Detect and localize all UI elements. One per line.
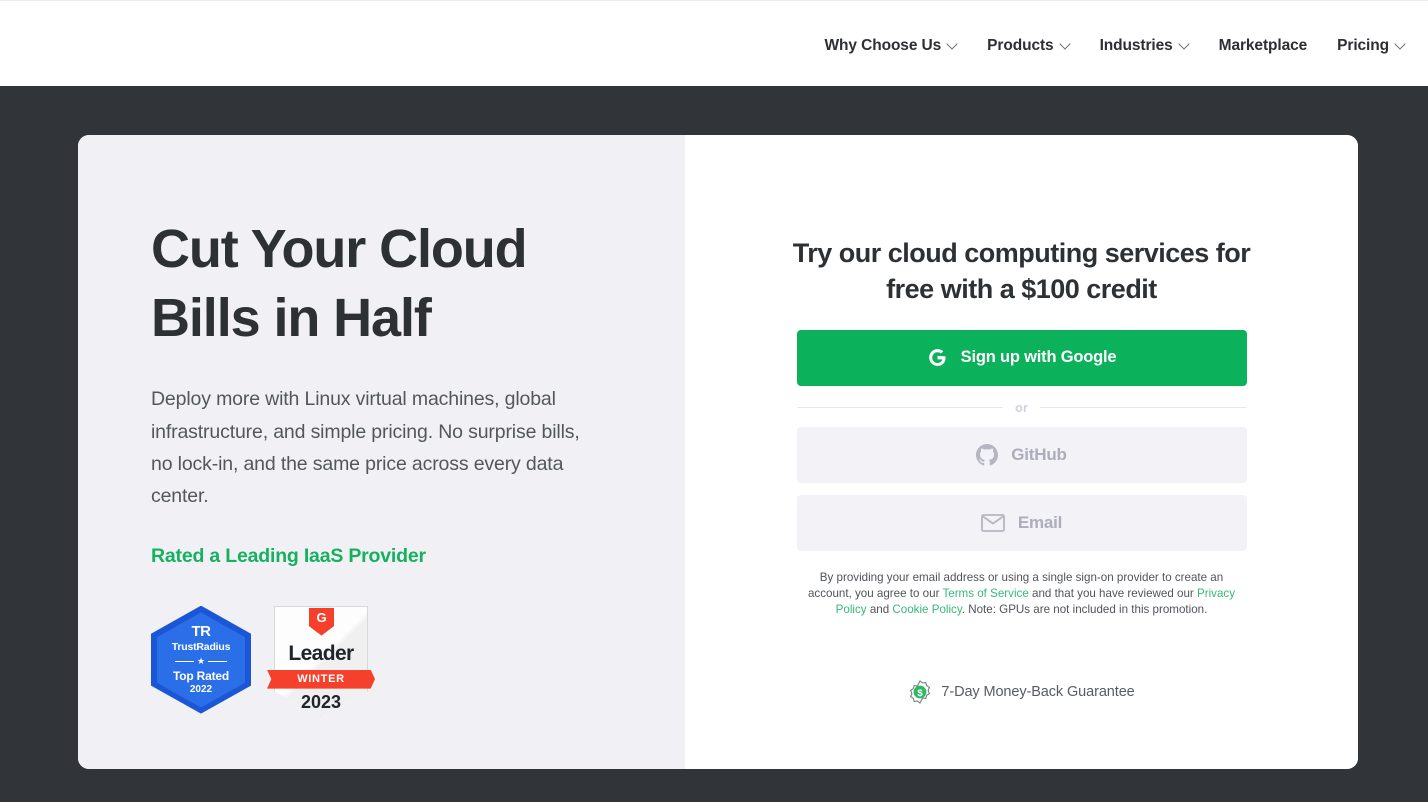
top-navigation-bar: Why Choose Us Products Industries Market…: [0, 0, 1428, 86]
main-nav: Why Choose Us Products Industries Market…: [809, 37, 1420, 55]
github-icon: [976, 443, 999, 466]
signup-with-github-label: GitHub: [1011, 444, 1067, 464]
hero-card: Cut Your Cloud Bills in Half Deploy more…: [78, 135, 1358, 769]
terms-of-service-link[interactable]: Terms of Service: [942, 587, 1028, 600]
g2-badge: G Leader WINTER 2023: [267, 605, 375, 716]
hero-description: Deploy more with Linux virtual machines,…: [151, 388, 580, 508]
signup-with-github-button[interactable]: GitHub: [796, 426, 1247, 483]
chevron-down-icon: [1061, 40, 1070, 49]
trustradius-badge-content: TR TrustRadius ★ Top Rated 2022: [151, 606, 251, 714]
signup-with-email-button[interactable]: Email: [796, 494, 1247, 551]
divider-line-right: [1040, 406, 1247, 408]
or-divider-label: or: [1015, 399, 1028, 415]
signup-with-google-button[interactable]: Sign up with Google: [796, 329, 1247, 386]
money-back-guarantee: $ 7-Day Money-Back Guarantee: [908, 680, 1135, 704]
chevron-down-icon: [1180, 40, 1189, 49]
g2-year-label: 2023: [300, 691, 342, 712]
trustradius-badge: TR TrustRadius ★ Top Rated 2022: [151, 605, 251, 714]
rule-right: [208, 661, 228, 663]
nav-item-why-choose-us[interactable]: Why Choose Us: [809, 37, 972, 55]
rule-left: [174, 661, 194, 663]
trustradius-star-rule: ★: [174, 656, 228, 667]
award-badges: TR TrustRadius ★ Top Rated 2022 G Leader…: [151, 605, 685, 716]
nav-item-label: Products: [987, 37, 1054, 54]
hero-left-panel: Cut Your Cloud Bills in Half Deploy more…: [78, 135, 685, 769]
nav-item-products[interactable]: Products: [972, 37, 1084, 55]
nav-item-label: Why Choose Us: [824, 37, 942, 54]
chevron-down-icon: [1396, 40, 1405, 49]
legal-disclaimer: By providing your email address or using…: [797, 570, 1247, 618]
g2-season-ribbon: WINTER: [267, 669, 375, 689]
cookie-policy-link[interactable]: Cookie Policy: [892, 603, 961, 616]
divider-line-left: [796, 406, 1003, 408]
nav-item-label: Industries: [1099, 37, 1173, 54]
trustradius-brand-label: TrustRadius: [171, 641, 231, 654]
signup-with-google-label: Sign up with Google: [960, 348, 1117, 367]
rated-provider-label: Rated a Leading IaaS Provider: [151, 544, 426, 567]
signup-title: Try our cloud computing services for fre…: [792, 238, 1251, 305]
legal-text-part4: . Note: GPUs are not included in this pr…: [961, 602, 1208, 616]
legal-text-part2: and that you have reviewed our: [1028, 586, 1198, 600]
money-back-seal-icon: $: [910, 680, 931, 704]
money-back-guarantee-label: 7-Day Money-Back Guarantee: [941, 683, 1135, 700]
svg-text:$: $: [918, 688, 924, 699]
envelope-icon: [980, 513, 1005, 532]
g2-award-label: Leader: [288, 641, 354, 665]
star-icon: ★: [196, 656, 206, 667]
google-g-icon: [928, 349, 946, 367]
nav-item-pricing[interactable]: Pricing: [1322, 37, 1420, 55]
trustradius-award-label: Top Rated: [173, 669, 229, 684]
nav-item-label: Pricing: [1337, 37, 1389, 54]
nav-item-marketplace[interactable]: Marketplace: [1204, 37, 1323, 55]
nav-item-industries[interactable]: Industries: [1085, 37, 1204, 55]
signup-with-email-label: Email: [1017, 512, 1063, 532]
or-divider: or: [796, 399, 1247, 415]
signup-panel: Try our cloud computing services for fre…: [685, 135, 1358, 769]
legal-text-part3: and: [866, 602, 893, 616]
trustradius-logo-mark: TR: [191, 623, 212, 641]
chevron-down-icon: [948, 40, 957, 49]
page-title: Cut Your Cloud Bills in Half: [151, 219, 528, 349]
nav-item-label: Marketplace: [1218, 37, 1308, 54]
trustradius-year-label: 2022: [189, 684, 213, 696]
